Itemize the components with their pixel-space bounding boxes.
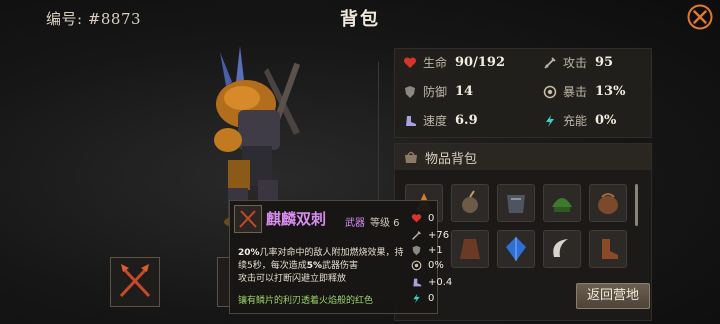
tooltip-stat: +76 bbox=[411, 230, 449, 241]
stat-value: 6.9 bbox=[455, 113, 478, 128]
stat-value: 90/192 bbox=[455, 55, 505, 70]
shield-icon bbox=[412, 245, 421, 256]
desc-text: 武器伤害 bbox=[322, 261, 359, 271]
desc-percent: 20% bbox=[238, 248, 260, 258]
tooltip-stat-value: 0 bbox=[428, 293, 435, 304]
tooltip-stat-value: +1 bbox=[428, 245, 443, 256]
return-camp-button[interactable]: 返回营地 bbox=[576, 283, 650, 309]
crit-icon bbox=[543, 85, 557, 98]
inventory-slot[interactable] bbox=[451, 184, 489, 222]
inventory-slot[interactable] bbox=[589, 184, 627, 222]
stats-panel: 生命 90/192 攻击 95 防御 14 暴击 13% 速度 6.9 充能 0… bbox=[394, 48, 652, 138]
inventory-slot[interactable] bbox=[589, 230, 627, 268]
stat-value: 95 bbox=[595, 55, 614, 70]
desc-percent: 5% bbox=[306, 261, 323, 271]
shield-icon bbox=[405, 85, 415, 98]
sword-icon bbox=[544, 56, 556, 69]
crit-icon bbox=[411, 260, 422, 271]
energy-icon bbox=[546, 114, 554, 127]
inventory-slot[interactable] bbox=[543, 230, 581, 268]
inventory-title: 物品背包 bbox=[425, 151, 478, 167]
tooltip-item-icon bbox=[234, 205, 262, 233]
stat-value: 0% bbox=[595, 113, 617, 128]
tooltip-stat: 0% bbox=[411, 260, 444, 271]
boots-icon bbox=[602, 239, 618, 259]
heart-icon bbox=[403, 56, 417, 68]
stat-crit: 暴击 13% bbox=[543, 83, 625, 100]
stat-label: 生命 bbox=[423, 56, 448, 70]
stat-label: 暴击 bbox=[563, 85, 588, 99]
stat-defense: 防御 14 bbox=[403, 83, 473, 100]
page-title: 背包 bbox=[340, 9, 380, 30]
stat-label: 速度 bbox=[423, 114, 448, 128]
stat-energy: 充能 0% bbox=[543, 112, 616, 129]
twin-daggers-icon bbox=[119, 264, 151, 298]
stat-speed: 速度 6.9 bbox=[403, 112, 478, 129]
tooltip-stat: 0 bbox=[411, 213, 434, 224]
tooltip-stat-value: 0% bbox=[428, 260, 444, 271]
bag-icon bbox=[405, 151, 417, 163]
inventory-slot[interactable] bbox=[497, 230, 535, 268]
stat-attack: 攻击 95 bbox=[543, 54, 613, 71]
tooltip-stat: +0.4 bbox=[411, 277, 452, 288]
tooltip-stat: +1 bbox=[411, 245, 443, 256]
tooltip-stat-value: +76 bbox=[428, 230, 450, 241]
item-description: 20%几率对命中的敌人附加燃烧效果，持续5秒，每次造成5%武器伤害 攻击可以打断… bbox=[238, 247, 408, 286]
energy-icon bbox=[413, 293, 420, 304]
armor-chest-icon bbox=[507, 195, 525, 213]
top-bar: 编号: #8873 背包 bbox=[0, 0, 720, 36]
item-name: 麒麟双刺 bbox=[266, 210, 327, 228]
desc-line: 攻击可以打断闪避立即释放 bbox=[238, 274, 347, 284]
inventory-slot[interactable] bbox=[451, 230, 489, 268]
inventory-slot[interactable] bbox=[497, 184, 535, 222]
inventory-scrollbar[interactable] bbox=[635, 184, 638, 226]
twin-daggers-icon bbox=[239, 210, 257, 228]
blue-gem-icon bbox=[506, 237, 526, 261]
bomb-icon bbox=[462, 190, 478, 213]
green-helmet-icon bbox=[552, 198, 572, 212]
leather-bag-icon bbox=[598, 193, 618, 214]
stat-label: 防御 bbox=[423, 85, 448, 99]
stat-value: 13% bbox=[595, 84, 626, 99]
item-tooltip: 麒麟双刺 武器 等级 6 20%几率对命中的敌人附加燃烧效果，持续5秒，每次造成… bbox=[229, 200, 452, 314]
close-icon[interactable] bbox=[686, 3, 714, 31]
tooltip-stat-value: +0.4 bbox=[428, 277, 453, 288]
stat-label: 攻击 bbox=[563, 56, 588, 70]
item-level: 等级 6 bbox=[370, 218, 400, 229]
boot-icon bbox=[406, 115, 416, 126]
item-type: 武器 bbox=[345, 218, 365, 229]
equipped-weapon-slot[interactable] bbox=[110, 257, 160, 307]
inventory-header: 物品背包 bbox=[395, 144, 651, 170]
stat-value: 14 bbox=[455, 84, 474, 99]
sword-icon bbox=[412, 231, 421, 240]
stat-hp: 生命 90/192 bbox=[403, 54, 505, 71]
inventory-slot[interactable] bbox=[543, 184, 581, 222]
stat-label: 充能 bbox=[563, 114, 588, 128]
cloak-icon bbox=[460, 239, 480, 259]
crescent-blade-icon bbox=[553, 239, 568, 257]
boot-icon bbox=[413, 278, 422, 287]
item-flavor-text: 镶有鳞片的利刃透着火焰般的红色 bbox=[238, 296, 374, 306]
tooltip-stat: 0 bbox=[411, 293, 434, 304]
tooltip-stat-value: 0 bbox=[428, 213, 435, 224]
heart-icon bbox=[411, 214, 422, 223]
